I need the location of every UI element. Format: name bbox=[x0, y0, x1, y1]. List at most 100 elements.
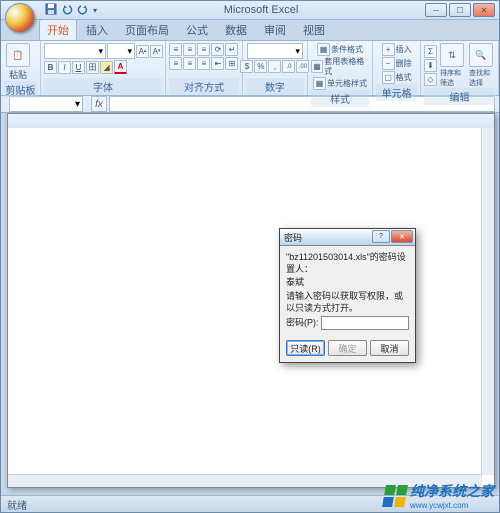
number-format-combo[interactable]: ▾ bbox=[247, 43, 303, 59]
align-middle-button[interactable]: ≡ bbox=[183, 43, 196, 56]
app-title: Microsoft Excel bbox=[97, 4, 425, 16]
group-label-styles: 样式 bbox=[311, 90, 369, 107]
border-button[interactable]: 田 bbox=[86, 61, 99, 74]
watermark-logo-icon bbox=[382, 485, 408, 507]
dialog-help-button[interactable]: ? bbox=[372, 230, 390, 243]
dialog-button-row: 只读(R) 确定 取消 bbox=[280, 336, 415, 362]
format-as-table-button[interactable]: ▦套用表格格式 bbox=[311, 57, 369, 76]
readonly-button[interactable]: 只读(R) bbox=[286, 340, 325, 356]
fill-color-button[interactable]: ◢ bbox=[100, 61, 113, 74]
minimize-button[interactable]: ─ bbox=[425, 3, 447, 17]
insert-cells-button[interactable]: +插入 bbox=[382, 43, 412, 56]
tab-review[interactable]: 审阅 bbox=[256, 19, 294, 40]
tab-formulas[interactable]: 公式 bbox=[178, 19, 216, 40]
insert-icon: + bbox=[382, 43, 395, 56]
align-right-button[interactable]: ≡ bbox=[197, 57, 210, 70]
find-select-button[interactable]: 🔍查找和选择 bbox=[467, 43, 495, 88]
tab-home[interactable]: 开始 bbox=[39, 19, 77, 40]
window-buttons: ─ ☐ ✕ bbox=[425, 3, 495, 17]
orientation-button[interactable]: ⟳ bbox=[211, 43, 224, 56]
chevron-down-icon: ▾ bbox=[75, 99, 80, 110]
percent-button[interactable]: % bbox=[254, 60, 267, 73]
tab-data[interactable]: 数据 bbox=[217, 19, 255, 40]
accounting-button[interactable]: $ bbox=[240, 60, 253, 73]
dialog-author: 泰斌 bbox=[286, 277, 409, 289]
delete-cells-button[interactable]: −删除 bbox=[382, 57, 412, 70]
merge-center-button[interactable]: ⊞ bbox=[225, 57, 238, 70]
dialog-message-1: "bz11201503014.xls"的密码设置人： bbox=[286, 252, 409, 275]
font-color-button[interactable]: A bbox=[114, 60, 127, 74]
tab-view[interactable]: 视图 bbox=[295, 19, 333, 40]
wrap-text-button[interactable]: ↵ bbox=[225, 43, 238, 56]
align-bottom-button[interactable]: ≡ bbox=[197, 43, 210, 56]
chevron-down-icon: ▾ bbox=[98, 46, 103, 57]
fill-button[interactable]: ⬇ bbox=[424, 59, 437, 72]
conditional-format-button[interactable]: ▦条件格式 bbox=[317, 43, 363, 56]
tab-insert[interactable]: 插入 bbox=[78, 19, 116, 40]
dialog-title-text: 密码 bbox=[284, 231, 302, 244]
save-icon[interactable] bbox=[45, 3, 57, 18]
password-label: 密码(P): bbox=[286, 318, 319, 328]
excel-window: ▾ Microsoft Excel ─ ☐ ✕ 开始 插入 页面布局 公式 数据… bbox=[0, 0, 500, 513]
paste-button[interactable]: 📋粘贴 bbox=[4, 43, 32, 81]
clear-button[interactable]: ◇ bbox=[424, 73, 437, 86]
redo-icon[interactable] bbox=[77, 3, 89, 18]
underline-button[interactable]: U bbox=[72, 61, 85, 74]
table-icon: ▦ bbox=[311, 60, 323, 73]
font-size-combo[interactable]: ▾ bbox=[107, 43, 135, 59]
bold-button[interactable]: B bbox=[44, 61, 57, 74]
title-bar: ▾ Microsoft Excel ─ ☐ ✕ bbox=[1, 1, 499, 20]
italic-button[interactable]: I bbox=[58, 61, 71, 74]
group-label-clipboard: 剪贴板 bbox=[4, 81, 37, 98]
increase-decimal-button[interactable]: .0 bbox=[282, 60, 295, 73]
watermark-text: 纯净系统之家 bbox=[410, 481, 494, 501]
group-font: ▾ ▾ A▴ A▾ B I U 田 ◢ A 字体 bbox=[41, 41, 166, 95]
group-clipboard: 📋粘贴 剪贴板 bbox=[1, 41, 41, 95]
fx-button[interactable]: fx bbox=[91, 96, 107, 112]
chevron-down-icon: ▾ bbox=[295, 46, 300, 57]
ribbon-tabs: 开始 插入 页面布局 公式 数据 审阅 视图 bbox=[39, 20, 499, 40]
group-label-editing: 编辑 bbox=[424, 88, 495, 105]
workbook-titlebar bbox=[8, 114, 494, 129]
tab-page-layout[interactable]: 页面布局 bbox=[117, 19, 177, 40]
workbook-window bbox=[7, 113, 495, 488]
align-center-button[interactable]: ≡ bbox=[183, 57, 196, 70]
maximize-button[interactable]: ☐ bbox=[449, 3, 471, 17]
comma-button[interactable]: , bbox=[268, 60, 281, 73]
office-button[interactable] bbox=[5, 3, 35, 33]
cell-styles-button[interactable]: ▦单元格样式 bbox=[313, 77, 367, 90]
autosum-button[interactable]: Σ bbox=[424, 45, 437, 58]
password-dialog: 密码 ? ✕ "bz11201503014.xls"的密码设置人： 泰斌 请输入… bbox=[279, 228, 416, 363]
undo-icon[interactable] bbox=[61, 3, 73, 18]
sort-filter-button[interactable]: ⇅排序和筛选 bbox=[438, 43, 466, 88]
dialog-titlebar[interactable]: 密码 ? ✕ bbox=[280, 229, 415, 246]
group-cells: +插入 −删除 ▢格式 单元格 bbox=[373, 41, 421, 95]
vertical-scrollbar[interactable] bbox=[481, 128, 494, 475]
align-left-button[interactable]: ≡ bbox=[169, 57, 182, 70]
cancel-button[interactable]: 取消 bbox=[370, 340, 409, 356]
delete-icon: − bbox=[382, 57, 395, 70]
decrease-indent-button[interactable]: ⇤ bbox=[211, 57, 224, 70]
dialog-close-button[interactable]: ✕ bbox=[391, 230, 413, 243]
ok-button[interactable]: 确定 bbox=[328, 340, 367, 356]
group-label-alignment: 对齐方式 bbox=[169, 78, 239, 95]
password-input[interactable] bbox=[321, 316, 409, 330]
format-cells-button[interactable]: ▢格式 bbox=[382, 71, 412, 84]
find-icon: 🔍 bbox=[469, 43, 493, 67]
dialog-body: "bz11201503014.xls"的密码设置人： 泰斌 请输入密码以获取写权… bbox=[280, 246, 415, 336]
shrink-font-button[interactable]: A▾ bbox=[150, 45, 163, 58]
format-icon: ▢ bbox=[382, 71, 395, 84]
password-row: 密码(P): bbox=[286, 316, 409, 330]
group-label-cells: 单元格 bbox=[376, 84, 417, 101]
group-alignment: ≡ ≡ ≡ ⟳ ↵ ≡ ≡ ≡ ⇤ ⊞ 对齐方式 bbox=[166, 41, 243, 95]
fill-icon: ◢ bbox=[103, 63, 109, 72]
font-family-combo[interactable]: ▾ bbox=[44, 43, 106, 59]
close-button[interactable]: ✕ bbox=[473, 3, 495, 17]
watermark: 纯净系统之家 www.ycwjxt.com bbox=[384, 481, 494, 510]
group-label-font: 字体 bbox=[44, 78, 162, 95]
cell-style-icon: ▦ bbox=[313, 77, 326, 90]
watermark-url: www.ycwjxt.com bbox=[410, 501, 494, 510]
align-top-button[interactable]: ≡ bbox=[169, 43, 182, 56]
grow-font-button[interactable]: A▴ bbox=[136, 45, 149, 58]
name-box[interactable]: ▾ bbox=[9, 96, 83, 112]
